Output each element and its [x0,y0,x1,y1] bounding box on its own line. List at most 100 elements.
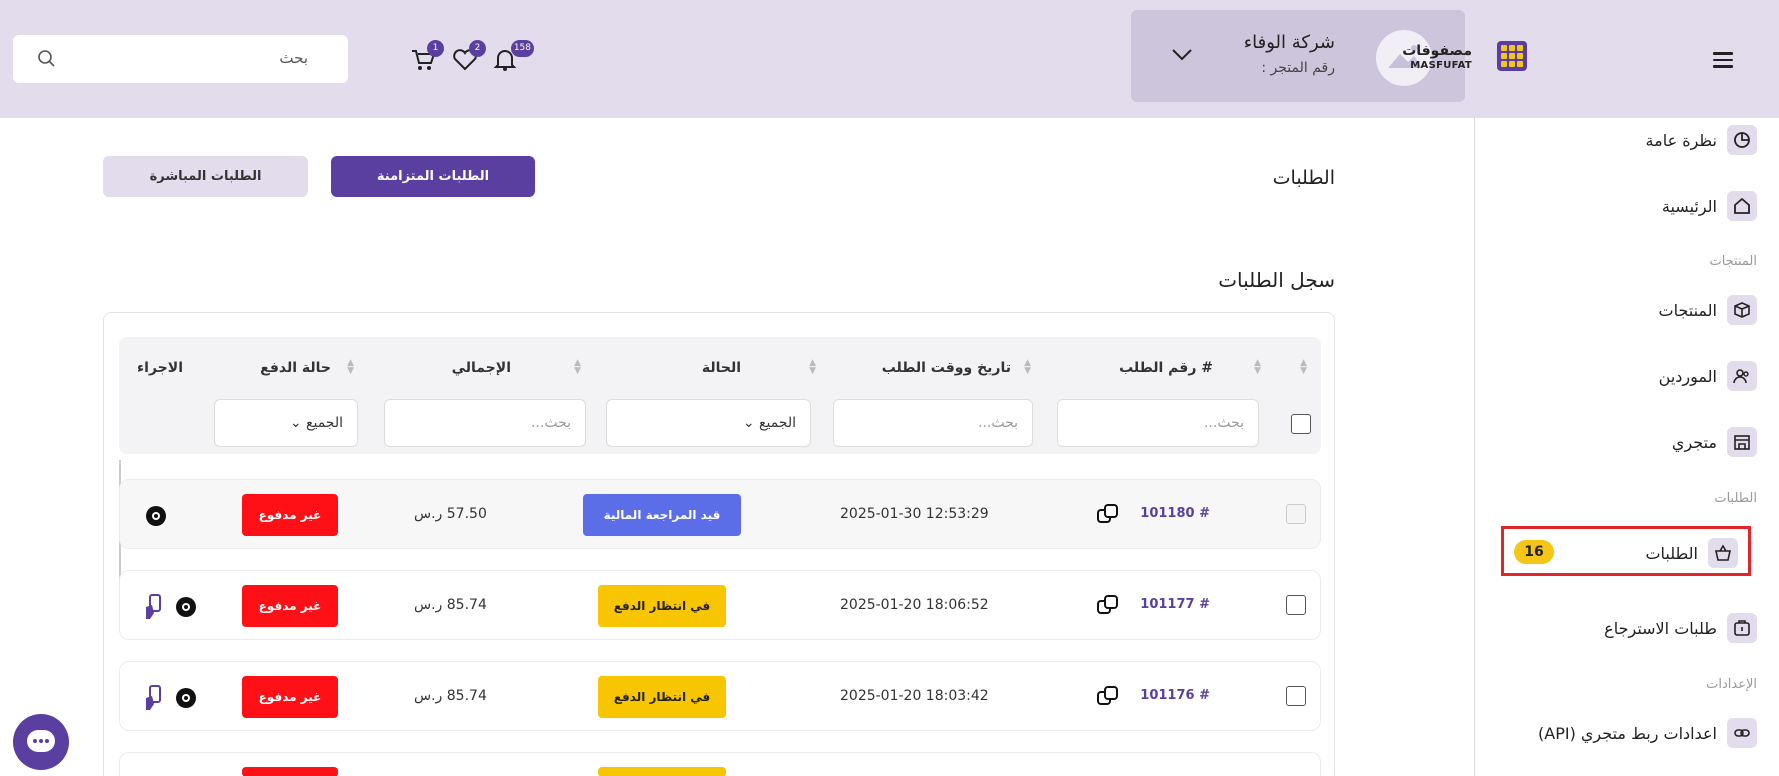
filter-selected: الجميع ⌄ [742,415,796,431]
filter-payment-status[interactable]: الجميع ⌄ [214,399,358,447]
payment-status-badge: غير مدفوع [242,494,338,536]
filter-total[interactable]: بحث... [384,399,586,447]
duplicate-icon[interactable] [1096,593,1120,617]
table-row[interactable]: 101177 # 2025-01-20 18:06:52 في انتظار ا… [119,570,1321,640]
table-row[interactable]: 101180 # 2025-01-30 12:53:29 قيد المراجع… [119,479,1321,549]
filter-status[interactable]: الجميع ⌄ [606,399,811,447]
view-icon[interactable] [176,688,196,708]
tab-direct-orders[interactable]: الطلبات المباشرة [103,156,308,197]
sidebar-item-label: اعدادات ربط متجري (API) [1538,723,1717,743]
search-placeholder: بحث [279,49,308,67]
menu-icon[interactable] [1713,52,1733,68]
sidebar-item-orders[interactable]: 16 الطلبات [1501,526,1751,576]
tab-synced-orders[interactable]: الطلبات المتزامنة [331,156,535,197]
status-badge: قيد المراجعة المالية [583,494,741,536]
sidebar-item-my-store[interactable]: متجري [1672,424,1757,460]
search-icon [38,50,55,67]
chevron-down-icon [1172,49,1192,61]
store-number-label: رقم المتجر : [1261,60,1335,76]
page-title: الطلبات [1272,167,1335,189]
filter-placeholder: بحث... [530,415,571,431]
order-number[interactable]: 101176 # [1140,688,1210,703]
logo-english: MASFUFAT [1410,60,1472,71]
sidebar: نظرة عامة الرئيسية المنتجات المنتجات الم… [1474,118,1779,776]
company-name: شركة الوفاء [1243,32,1335,53]
sort-icon[interactable]: ▲ ▼ [1300,359,1307,376]
sidebar-item-api-settings[interactable]: اعدادات ربط متجري (API) [1538,715,1757,751]
table-header: ▲ ▼ ▲ ▼ # رقم الطلب بحث... ▲ ▼ تاريخ ووقت ا… [119,337,1321,454]
view-icon[interactable] [146,506,166,526]
column-datetime[interactable]: تاريخ ووقت الطلب [882,360,1011,376]
status-badge [598,767,726,776]
orders-count-badge: 16 [1514,540,1554,564]
sidebar-item-returns[interactable]: طلبات الاسترجاع [1604,610,1757,646]
sort-icon[interactable]: ▲ ▼ [1254,359,1261,376]
search-input[interactable]: بحث [13,35,348,83]
sort-icon[interactable]: ▲ ▼ [574,359,581,376]
sidebar-item-products[interactable]: المنتجات [1658,292,1757,328]
sidebar-item-suppliers[interactable]: الموردين [1659,358,1757,394]
sidebar-item-label: الطلبات [1645,543,1698,563]
logo-mark [1497,41,1527,71]
sort-icon[interactable]: ▲ ▼ [347,359,354,376]
table-row[interactable]: 101176 # 2025-01-20 18:03:42 في انتظار ا… [119,661,1321,731]
sidebar-item-label: الرئيسية [1661,196,1717,216]
notifications-badge: 158 [510,40,534,57]
order-datetime: 2025-01-20 18:03:42 [840,688,989,704]
sidebar-section-settings: الإعدادات [1706,677,1757,692]
order-datetime: 2025-01-30 12:53:29 [840,506,989,522]
column-payment-status[interactable]: حالة الدفع [260,360,331,376]
column-order-number[interactable]: # رقم الطلب [1119,360,1213,376]
select-all-checkbox[interactable] [1291,414,1311,434]
row-checkbox[interactable] [1286,595,1306,615]
users-icon [1727,361,1757,391]
column-action: الاجراء [137,360,183,376]
order-number[interactable]: 101177 # [1140,597,1210,612]
pay-icon[interactable] [144,684,164,712]
pie-chart-icon [1727,125,1757,155]
column-total[interactable]: الإجمالي [452,360,511,376]
sidebar-item-home[interactable]: الرئيسية [1662,188,1757,224]
favorites-badge: 2 [469,40,486,57]
filter-placeholder: بحث... [977,415,1018,431]
sidebar-item-overview[interactable]: نظرة عامة [1646,122,1757,158]
chat-button[interactable] [13,714,69,770]
store-icon [1727,427,1757,457]
sidebar-section-orders: الطلبات [1714,491,1757,506]
sort-icon[interactable]: ▲ ▼ [809,359,816,376]
filter-datetime[interactable]: بحث... [833,399,1033,447]
home-icon [1727,191,1757,221]
row-checkbox [1286,504,1306,524]
chat-icon [27,730,55,752]
cart-badge: 1 [427,40,444,57]
order-total: 85.74 ر.س [414,688,487,704]
sidebar-item-label: الموردين [1658,366,1717,386]
notifications-button[interactable]: 158 [492,40,534,74]
payment-status-badge: غير مدفوع [242,676,338,718]
sidebar-item-label: المنتجات [1658,300,1718,320]
cart-button[interactable]: 1 [410,40,444,74]
favorites-button[interactable]: 2 [452,40,486,74]
row-checkbox[interactable] [1286,686,1306,706]
filter-order-number[interactable]: بحث... [1057,399,1259,447]
column-status[interactable]: الحالة [702,360,741,376]
basket-icon [1708,538,1738,568]
sidebar-item-orders-content: الطلبات [1645,535,1738,571]
order-datetime: 2025-01-20 18:06:52 [840,597,989,613]
order-total: 57.50 ر.س [414,506,487,522]
payment-status-badge: غير مدفوع [242,585,338,627]
duplicate-icon[interactable] [1096,684,1120,708]
sidebar-item-label: طلبات الاسترجاع [1604,618,1717,638]
order-number[interactable]: 101180 # [1140,506,1210,521]
sidebar-item-label: متجري [1671,432,1717,452]
sort-icon[interactable]: ▲ ▼ [1024,359,1031,376]
top-header: بحث 1 2 158 شركة الوفاء رقم المتجر : مصف… [0,0,1779,118]
view-icon[interactable] [176,597,196,617]
box-icon [1727,295,1757,325]
sidebar-section-products: المنتجات [1709,254,1757,269]
table-row[interactable] [119,752,1321,776]
duplicate-icon[interactable] [1096,502,1120,526]
link-icon [1727,718,1757,748]
pay-icon[interactable] [144,593,164,621]
payment-status-badge [242,767,338,776]
